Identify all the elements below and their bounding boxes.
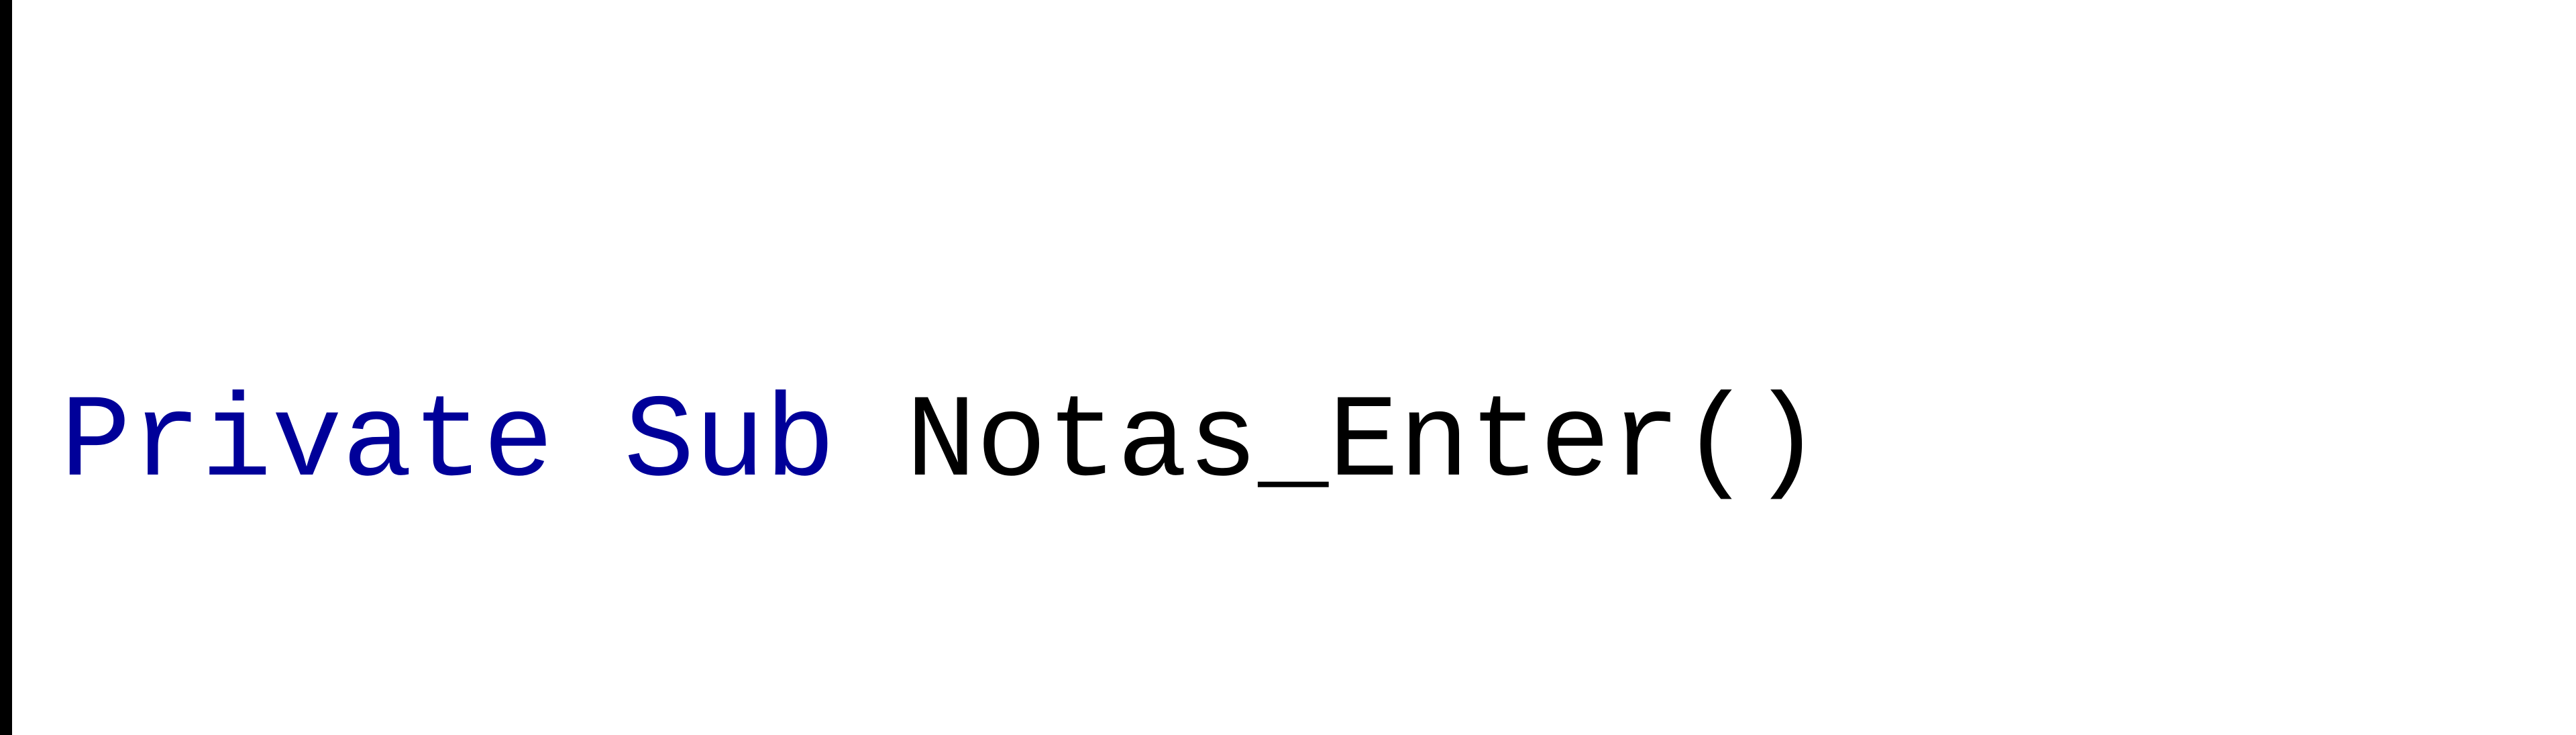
space	[835, 377, 906, 510]
keyword-sub: Sub	[624, 377, 835, 510]
vb-code-block: Private Sub Notas_Enter() Me.Notas.SelSt…	[60, 47, 2385, 735]
keyword-private: Private	[60, 377, 553, 510]
code-snippet-viewport: Private Sub Notas_Enter() Me.Notas.SelSt…	[0, 0, 2576, 735]
code-line-1: Private Sub Notas_Enter()	[60, 364, 2385, 523]
space	[553, 377, 624, 510]
procedure-name: Notas_Enter()	[906, 377, 1821, 510]
left-vertical-rule	[0, 0, 12, 735]
